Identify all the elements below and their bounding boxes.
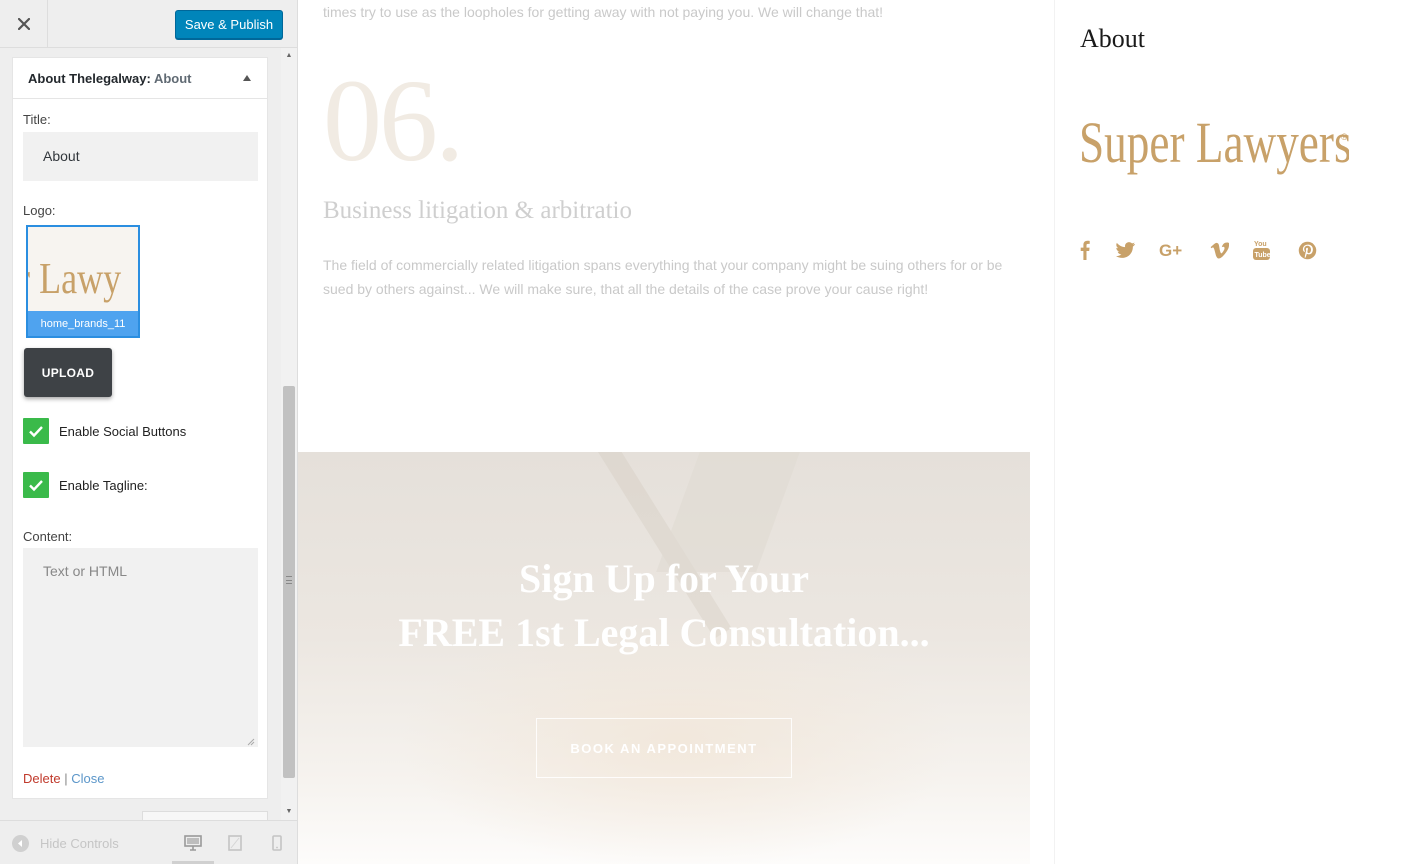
scrollbar-thumb[interactable] [283,386,295,778]
book-appointment-button[interactable]: BOOK AN APPOINTMENT [536,718,792,778]
checkbox-checked[interactable] [23,472,49,498]
widget-header[interactable]: About Thelegalway: About [13,58,267,99]
logo-field-label: Logo: [23,203,56,218]
section-number: 06. [323,55,464,186]
banner-line-1: Sign Up for Your [518,556,810,601]
facebook-icon[interactable] [1079,238,1091,262]
customizer-header: Save & Publish [0,0,297,48]
youtube-icon[interactable]: You Tube [1251,238,1273,262]
svg-text:®: ® [1341,132,1348,142]
widget-actions: Delete | Close [23,771,104,786]
section-title: Business litigation & arbitratio [323,197,632,224]
svg-text:You: You [1254,241,1267,248]
widget-collapse-toggle[interactable] [241,72,253,84]
checkmark-icon [29,479,43,491]
hide-controls-button[interactable]: Hide Controls [12,835,119,852]
banner-line-2: FREE 1st Legal Consultation... [398,610,930,655]
intro-text: times try to use as the loopholes for ge… [323,4,884,20]
widget-title: About Thelegalway: About [28,71,191,86]
device-mobile-button[interactable] [267,833,287,853]
customizer-footer: Hide Controls [0,820,297,864]
delete-link[interactable]: Delete [23,771,61,786]
close-customizer-button[interactable] [0,0,48,48]
customizer-sidebar: Save & Publish About Thelegalway: About … [0,0,298,864]
widget-title-name: About Thelegalway: [28,71,151,86]
scroll-grip-icon [286,576,292,584]
preview-main-column: times try to use as the loopholes for ge… [298,0,1030,864]
resize-grip-icon[interactable] [247,738,255,746]
svg-text:G+: G+ [1159,241,1182,259]
content-field-label: Content: [23,529,73,544]
super-lawyers-logo[interactable]: Super Lawyers ® [1079,110,1349,182]
close-link[interactable]: Close [71,771,104,786]
svg-text:per Lawy: per Lawy [28,254,121,303]
section-body: The field of commercially related litiga… [323,257,1003,297]
widget-heading: About [1080,24,1145,53]
enable-social-buttons-label: Enable Social Buttons [59,423,187,439]
svg-text:Super Lawyers: Super Lawyers [1079,112,1349,176]
scroll-up-arrow-icon[interactable]: ▲ [285,52,293,60]
google-plus-icon[interactable]: G+ [1158,238,1188,262]
arrow-up-icon [243,75,251,81]
title-input[interactable]: About [23,132,258,181]
enable-tagline-checkbox[interactable]: Enable Tagline: [23,472,148,498]
content-textarea[interactable]: Text or HTML [23,548,258,747]
logo-thumbnail[interactable]: per Lawy home_brands_11 [26,225,140,338]
hide-controls-label: Hide Controls [40,836,119,851]
consultation-banner: Sign Up for Your FREE 1st Legal Consulta… [298,452,1030,864]
sidebar-scrollbar[interactable]: ▲ ▼ [281,48,297,820]
logo-filename: home_brands_11 [28,311,138,336]
widget-title-instance: About [153,71,192,86]
tablet-icon [228,835,242,851]
save-publish-button[interactable]: Save & Publish [175,10,283,39]
about-widget-panel: About Thelegalway: About Title: About Lo… [12,57,268,799]
banner-heading: Sign Up for Your FREE 1st Legal Consulta… [298,552,1030,660]
actions-separator: | [64,771,68,786]
mobile-icon [272,835,282,851]
upload-button[interactable]: UPLOAD [24,348,112,397]
enable-tagline-label: Enable Tagline: [59,477,148,493]
twitter-icon[interactable] [1115,238,1135,262]
checkbox-checked[interactable] [23,418,49,444]
desktop-icon [184,835,202,851]
checkmark-icon [29,425,43,437]
vimeo-icon[interactable] [1209,238,1229,262]
collapse-arrow-icon [12,835,29,852]
close-icon [17,18,30,30]
device-tablet-button[interactable] [225,833,245,853]
site-preview: times try to use as the loopholes for ge… [298,0,1419,864]
pinterest-icon[interactable] [1297,238,1317,262]
device-desktop-button[interactable] [183,833,203,853]
enable-social-buttons-checkbox[interactable]: Enable Social Buttons [23,418,186,444]
title-field-label: Title: [23,112,51,127]
svg-text:Tube: Tube [1255,252,1271,259]
scroll-down-arrow-icon[interactable]: ▼ [285,808,293,816]
preview-sidebar-widget: About Super Lawyers ® G+ You Tube [1054,0,1419,864]
logo-preview-image: per Lawy [28,227,138,311]
